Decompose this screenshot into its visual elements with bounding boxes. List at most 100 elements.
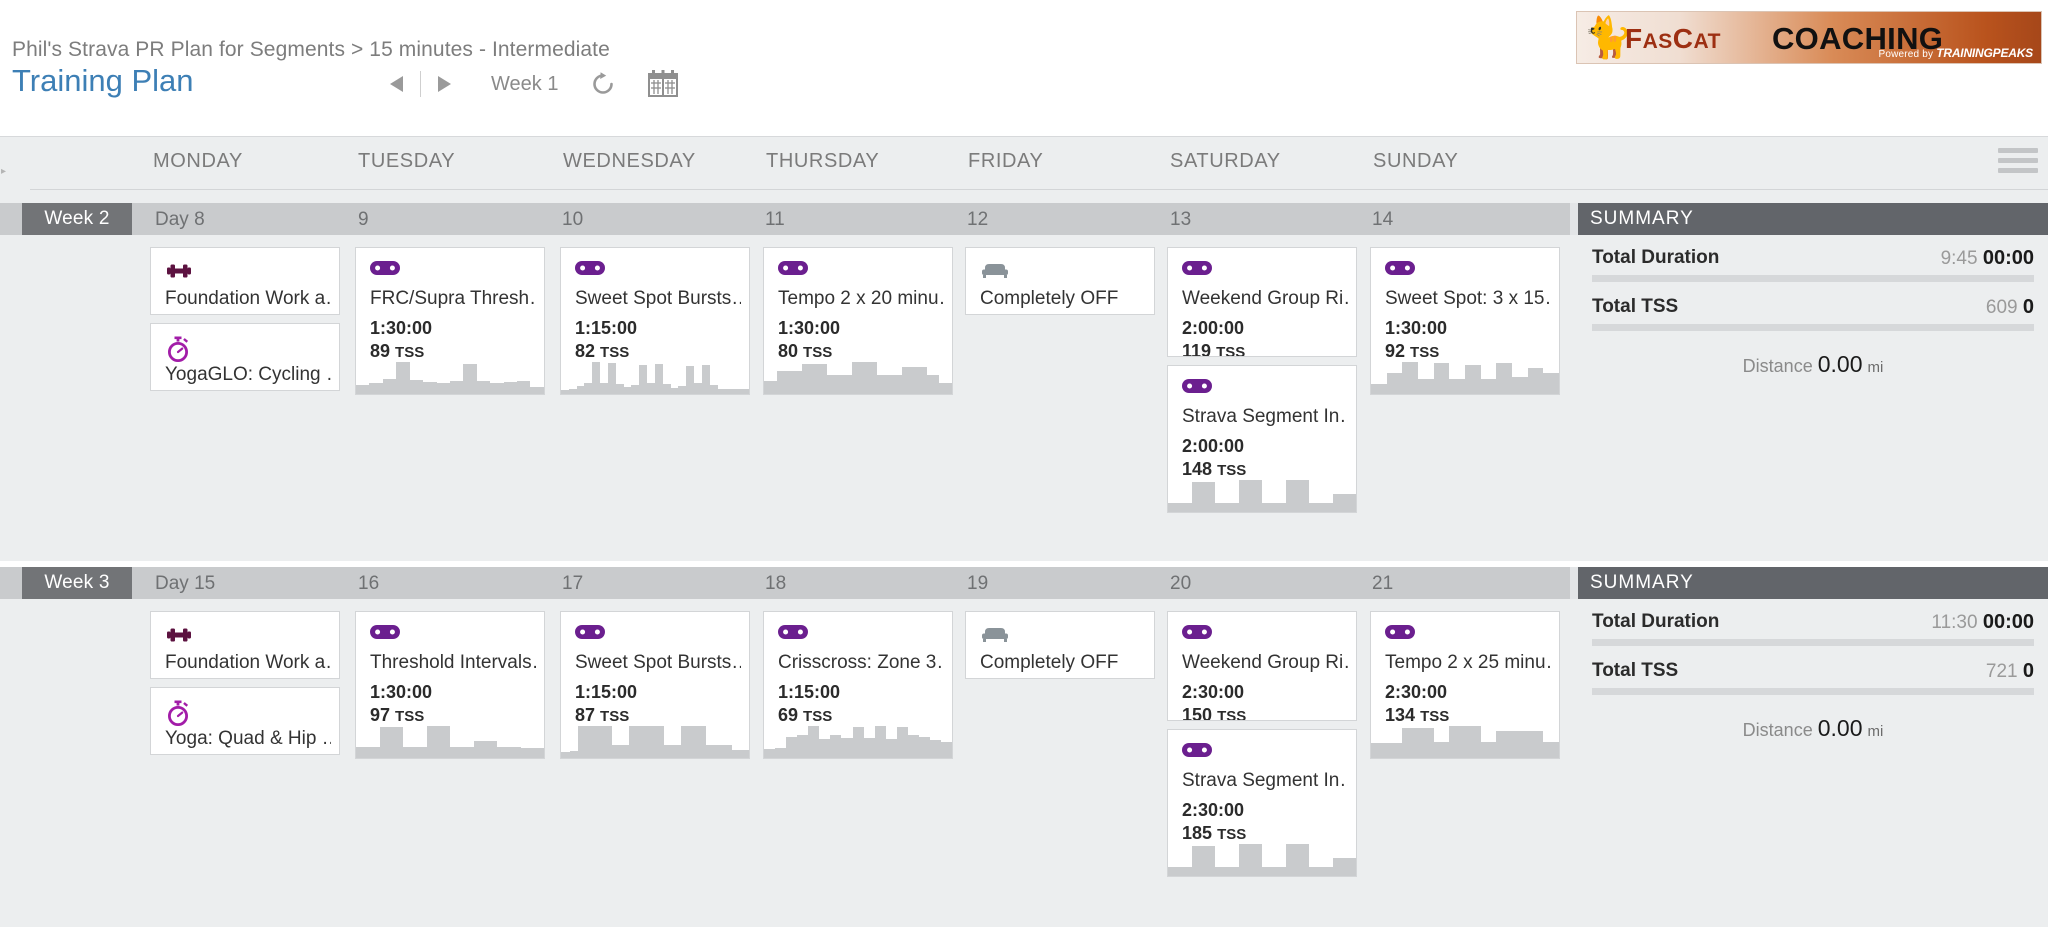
total-tss-actual: 0 [2022, 296, 2034, 318]
dumbbell-icon [165, 260, 195, 282]
total-distance: Distance 0.00 mi [1592, 343, 2034, 378]
weekday-header-tuesday: TUESDAY [358, 150, 456, 172]
chart-bar [595, 726, 604, 758]
chart-bar [655, 726, 664, 758]
day-column-friday: Completely OFF [965, 599, 1155, 687]
chart-bar [662, 384, 671, 394]
chart-bar [1480, 742, 1497, 758]
workout-duration: 1:15:00 [575, 682, 638, 702]
chart-bar [450, 747, 474, 758]
chart-bar [731, 750, 741, 758]
workout-tss-value: 148 [1182, 459, 1213, 479]
distance-unit: mi [1867, 723, 1884, 740]
workout-card[interactable]: Threshold Intervals… 1:30:00 97 TSS [355, 611, 545, 759]
workout-tss: 134 TSS [1385, 705, 1449, 726]
chart-bar [714, 745, 724, 758]
chart-bar [1168, 867, 1192, 876]
chart-bar [918, 737, 930, 758]
chart-bar [1402, 728, 1419, 758]
workout-card[interactable]: Sweet Spot Bursts… 1:15:00 82 TSS [560, 247, 750, 395]
day-column-monday: Foundation Work a… Yoga: Quad & Hip … [150, 599, 340, 763]
chart-bar [584, 383, 593, 394]
chart-bar [830, 735, 842, 758]
week-block: Week 2 Day 8 9 10 11 12 13 14 SUMMARY Foundation … [0, 203, 2048, 561]
day-number: 18 [765, 573, 787, 594]
workout-card[interactable]: Strava Segment In… 2:30:00 185 TSS [1167, 729, 1357, 877]
weekday-header-sunday: SUNDAY [1373, 150, 1459, 172]
chart-bar [901, 367, 915, 394]
workout-card[interactable]: Sweet Spot Bursts… 1:15:00 87 TSS [560, 611, 750, 759]
workout-card[interactable]: Sweet Spot: 3 x 15… 1:30:00 92 TSS [1370, 247, 1560, 395]
workout-card[interactable]: FRC/Supra Thresh… 1:30:00 89 TSS [355, 247, 545, 395]
week-navigation: Week 1 [380, 66, 682, 102]
workout-tss: 97 TSS [370, 705, 424, 726]
bike-chain-icon [1182, 260, 1212, 282]
chart-bar [449, 381, 464, 394]
chart-bar [797, 735, 809, 758]
workout-intensity-chart [1168, 842, 1356, 876]
workout-title: YogaGLO: Cycling … [165, 364, 331, 385]
workout-intensity-chart [561, 360, 749, 394]
chart-bar [586, 726, 596, 758]
workout-duration: 1:15:00 [575, 318, 638, 338]
bike-chain-icon [575, 624, 605, 646]
workout-tss: 82 TSS [575, 341, 629, 362]
fascat-coaching-logo: 🐈 FASCAT COACHING Powered by TRAININGPEA… [1576, 11, 2042, 64]
next-week-button[interactable] [427, 67, 461, 101]
chart-bar [1543, 373, 1559, 394]
day-column-monday: Foundation Work a… YogaGLO: Cycling … [150, 235, 340, 399]
workout-card[interactable]: Completely OFF [965, 247, 1155, 315]
chart-bar [1371, 743, 1387, 758]
total-duration-planned: 11:30 [1931, 612, 1978, 633]
bike-chain-icon [1385, 624, 1415, 646]
week-summary-panel: Total Duration 9:45 00:00 Total TSS 609 0 Di… [1578, 235, 2048, 561]
chart-bar [775, 748, 787, 758]
hamburger-menu-icon[interactable] [1998, 148, 2042, 174]
stopwatch-icon [165, 336, 195, 363]
chart-bar [530, 387, 544, 394]
workout-card[interactable]: YogaGLO: Cycling … [150, 323, 340, 391]
workout-intensity-chart [764, 724, 952, 758]
weekday-header-band: MONDAY TUESDAY WEDNESDAY THURSDAY FRIDAY SATU… [0, 136, 2048, 190]
stopwatch-icon [165, 700, 195, 727]
workout-card[interactable]: Strava Segment In… 2:00:00 148 TSS [1167, 365, 1357, 513]
duration-progress-bar [1592, 275, 2034, 282]
week-number-badge[interactable]: Week 2 [22, 203, 132, 235]
total-tss-row: Total TSS 609 0 [1592, 294, 2034, 324]
workout-card[interactable]: Weekend Group Ri… 2:00:00 119 TSS [1167, 247, 1357, 357]
total-distance: Distance 0.00 mi [1592, 707, 2034, 742]
workout-card[interactable]: Crisscross: Zone 3… 1:15:00 69 TSS [763, 611, 953, 759]
workout-tss-unit: TSS [600, 708, 630, 725]
workout-tss-unit: TSS [1216, 344, 1246, 357]
chart-bar [725, 389, 734, 394]
chart-bar [396, 362, 410, 394]
chart-bar [701, 365, 710, 394]
workout-title: Threshold Intervals… [370, 652, 536, 673]
chart-bar [1215, 867, 1239, 876]
total-duration-row: Total Duration 9:45 00:00 [1592, 245, 2034, 275]
day-column-sunday: Tempo 2 x 25 minu… 2:30:00 134 TSS [1370, 599, 1560, 767]
chart-bar [1238, 480, 1262, 512]
total-tss-row: Total TSS 721 0 [1592, 658, 2034, 688]
week-number-badge[interactable]: Week 3 [22, 567, 132, 599]
week-block: Week 3 Day 15 16 17 18 19 20 21 SUMMARY Foundatio… [0, 567, 2048, 927]
workout-card[interactable]: Foundation Work a… [150, 247, 340, 315]
workout-card[interactable]: Yoga: Quad & Hip … [150, 687, 340, 755]
chart-bar [939, 383, 952, 394]
left-collapse-caret-icon[interactable]: ▸ [1, 167, 9, 177]
workout-card[interactable]: Completely OFF [965, 611, 1155, 679]
workout-card[interactable]: Weekend Group Ri… 2:30:00 150 TSS [1167, 611, 1357, 721]
header-subband [0, 190, 2048, 203]
workout-title: Strava Segment In… [1182, 770, 1348, 791]
chart-bar [463, 364, 477, 394]
chart-bar [1386, 373, 1403, 394]
chart-bar [646, 726, 656, 758]
refresh-icon[interactable] [584, 66, 622, 102]
chart-bar [723, 745, 732, 758]
prev-week-button[interactable] [380, 67, 414, 101]
workout-card[interactable]: Foundation Work a… [150, 611, 340, 679]
workout-card[interactable]: Tempo 2 x 25 minu… 2:30:00 134 TSS [1370, 611, 1560, 759]
chart-bar [907, 735, 919, 758]
workout-card[interactable]: Tempo 2 x 20 minu… 1:30:00 80 TSS [763, 247, 953, 395]
calendar-icon[interactable] [644, 66, 682, 102]
